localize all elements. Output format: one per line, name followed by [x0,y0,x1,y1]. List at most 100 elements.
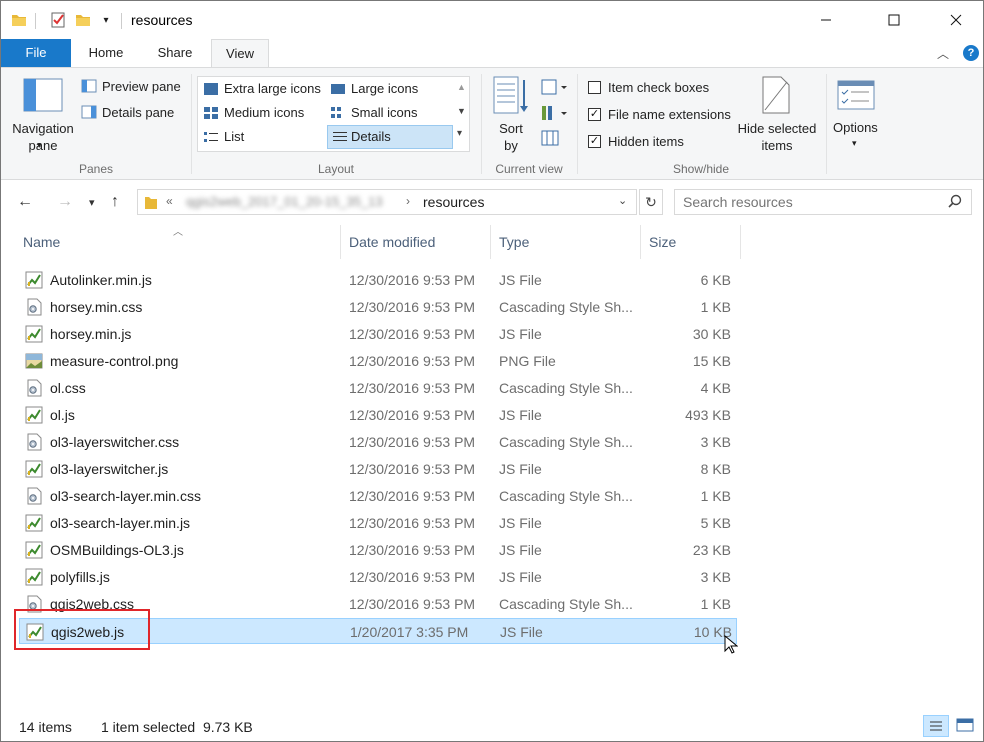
add-columns-icon[interactable] [541,105,569,124]
large-icons-icon [330,82,346,99]
tab-home[interactable]: Home [76,39,136,67]
layout-extra-large-icons[interactable]: Extra large icons [224,81,321,96]
file-name-extensions-checkbox[interactable]: ✓ [588,108,601,121]
file-name[interactable]: measure-control.png [50,348,340,374]
up-icon[interactable]: ↑ [111,193,119,211]
ribbon-tabs: File Home Share View ︿ ? [1,39,983,68]
maximize-button[interactable] [871,1,917,39]
file-name-extensions-label[interactable]: File name extensions [608,107,731,122]
file-name[interactable]: ol3-layerswitcher.css [50,429,340,455]
file-row[interactable]: ol.css 12/30/2016 9:53 PM Cascading Style … [19,375,737,401]
column-header-name[interactable]: Name [17,225,341,259]
address-bar[interactable]: « qgis2web_2017_01_20-15_35_13 › resourc… [137,189,637,215]
file-date: 12/30/2016 9:53 PM [349,596,476,612]
options-icon [837,80,875,113]
file-name[interactable]: Autolinker.min.js [50,267,340,293]
tab-view[interactable]: View [211,39,269,68]
file-row[interactable]: Autolinker.min.js 12/30/2016 9:53 PM JS Fi… [19,267,737,293]
tab-file[interactable]: File [1,39,71,67]
breadcrumb-separator-icon[interactable]: › [406,194,410,208]
customize-toolbar-icon[interactable]: ▾ [99,11,113,29]
file-name[interactable]: OSMBuildings-OL3.js [50,537,340,563]
address-folder-icon [144,194,158,213]
file-name[interactable]: horsey.min.js [50,321,340,347]
file-name[interactable]: ol3-search-layer.min.css [50,483,340,509]
column-header-type[interactable]: Type [493,225,641,259]
layout-large-icons[interactable]: Large icons [351,81,418,96]
large-icons-toggle-icon [956,718,974,732]
new-folder-icon[interactable] [75,11,91,29]
file-type: JS File [499,515,542,531]
file-row[interactable]: OSMBuildings-OL3.js 12/30/2016 9:53 PM JS … [19,537,737,563]
details-view-toggle[interactable] [923,715,949,737]
breadcrumb-blurred[interactable]: qgis2web_2017_01_20-15_35_13 [186,194,383,209]
layout-details[interactable]: Details [351,129,391,144]
tab-share[interactable]: Share [145,39,205,67]
sort-by-button[interactable]: Sort by [497,120,525,154]
file-row[interactable]: ol.js 12/30/2016 9:53 PM JS File 493 KB [19,402,737,428]
hide-selected-items-button[interactable]: Hide selected items [735,120,819,154]
size-columns-icon[interactable] [541,130,559,149]
overflow-icon[interactable]: « [166,194,173,208]
collapse-ribbon-icon[interactable]: ︿ [937,45,949,62]
refresh-icon[interactable]: ↻ [639,189,663,215]
forward-icon[interactable]: → [57,193,73,211]
file-row[interactable]: ol3-search-layer.min.js 12/30/2016 9:53 P… [19,510,737,536]
address-dropdown-icon[interactable]: ⌄ [618,194,627,207]
breadcrumb-current[interactable]: resources [423,194,484,210]
file-row[interactable]: measure-control.png 12/30/2016 9:53 PM PNG… [19,348,737,374]
file-row[interactable]: horsey.min.css 12/30/2016 9:53 PM Cascadin… [19,294,737,320]
back-icon[interactable]: ← [17,193,33,211]
file-name[interactable]: ol.js [50,402,340,428]
layout-scroll-down-icon[interactable]: ▼ [457,106,466,116]
file-name[interactable]: polyfills.js [50,564,340,590]
group-by-icon[interactable] [541,79,569,98]
minimize-button[interactable] [803,1,849,39]
search-box[interactable] [674,189,972,215]
column-header-date[interactable]: Date modified [343,225,491,259]
recent-locations-icon[interactable]: ▾ [89,196,95,209]
preview-pane-button[interactable]: Preview pane [102,79,181,94]
help-icon[interactable]: ? [963,45,979,61]
item-check-boxes-checkbox[interactable] [588,81,601,94]
close-button[interactable] [933,1,979,39]
navigation-pane-icon[interactable] [23,78,63,115]
file-row[interactable]: horsey.min.js 12/30/2016 9:53 PM JS File 30… [19,321,737,347]
file-name[interactable]: ol.css [50,375,340,401]
file-date: 12/30/2016 9:53 PM [349,407,476,423]
search-input[interactable] [683,194,933,210]
large-icons-view-toggle[interactable] [953,715,979,737]
column-header-size[interactable]: Size [643,225,741,259]
js-file-icon [25,541,43,559]
selection-highlight-box [14,609,150,650]
file-date: 12/30/2016 9:53 PM [349,299,476,315]
file-name[interactable]: horsey.min.css [50,294,340,320]
chevron-down-icon: ▾ [37,140,42,150]
file-row[interactable]: polyfills.js 12/30/2016 9:53 PM JS File 3 K… [19,564,737,590]
layout-medium-icons[interactable]: Medium icons [224,105,304,120]
layout-small-icons[interactable]: Small icons [351,105,417,120]
hidden-items-checkbox[interactable]: ✓ [588,135,601,148]
layout-list[interactable]: List [224,129,244,144]
file-type: Cascading Style Sh... [499,380,633,396]
file-row[interactable]: ol3-layerswitcher.css 12/30/2016 9:53 PM C… [19,429,737,455]
file-row[interactable]: ol3-layerswitcher.js 12/30/2016 9:53 PM JS… [19,456,737,482]
file-name[interactable]: ol3-layerswitcher.js [50,456,340,482]
navigation-pane-button[interactable]: Navigation pane [9,120,77,154]
details-pane-button[interactable]: Details pane [102,105,174,120]
details-toggle-icon [930,721,942,731]
item-check-boxes-label[interactable]: Item check boxes [608,80,709,95]
layout-scroll-up-icon[interactable]: ▲ [457,82,466,92]
options-button[interactable]: Options [833,120,878,135]
file-name[interactable]: ol3-search-layer.min.js [50,510,340,536]
layout-expand-icon[interactable]: ▾ [457,128,462,139]
properties-icon[interactable] [49,11,67,29]
file-type: Cascading Style Sh... [499,434,633,450]
close-icon [950,14,962,26]
search-icon[interactable] [947,194,963,213]
file-row[interactable]: ol3-search-layer.min.css 12/30/2016 9:53 … [19,483,737,509]
file-date: 12/30/2016 9:53 PM [349,569,476,585]
list-icon [203,130,219,147]
folder-icon [11,11,27,29]
hidden-items-label[interactable]: Hidden items [608,134,684,149]
